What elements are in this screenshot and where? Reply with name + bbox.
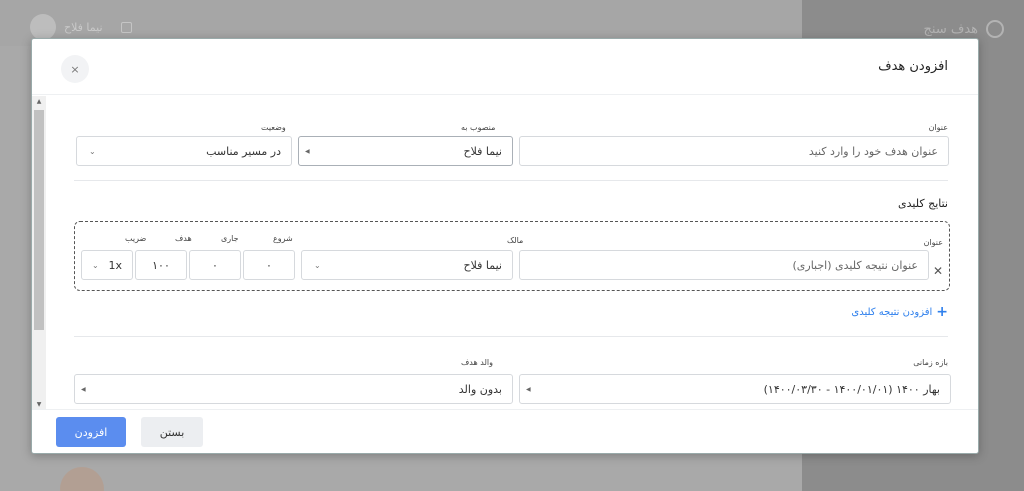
expand-icon	[120, 21, 132, 33]
kr-owner-select[interactable]: نیما فلاح ⌄	[301, 250, 513, 280]
period-select[interactable]: بهار ۱۴۰۰ (۱۴۰۰/۰۱/۰۱ - ۱۴۰۰/۰۳/۳۰) ◀	[519, 374, 951, 404]
kr-owner-label: مالک	[507, 236, 524, 245]
add-key-result-label: افزودن نتیجه کلیدی	[851, 306, 933, 318]
kr-target-input[interactable]: ۱۰۰	[135, 250, 187, 280]
kr-current-input[interactable]: ۰	[189, 250, 241, 280]
assigned-label: منصوب به	[461, 123, 496, 132]
kr-owner-value: نیما فلاح	[463, 258, 502, 272]
plus-icon: +	[936, 304, 948, 320]
kr-title-placeholder: عنوان نتیجه کلیدی (اجباری)	[792, 258, 918, 272]
parent-select[interactable]: بدون والد ◀	[74, 374, 513, 404]
assigned-select[interactable]: نیما فلاح ◀	[298, 136, 513, 166]
divider	[74, 336, 948, 337]
modal-title: افزودن هدف	[878, 59, 948, 74]
caret-icon: ◀	[81, 385, 86, 393]
kr-factor-select[interactable]: 1x ⌄	[81, 250, 133, 280]
add-key-result-link[interactable]: + افزودن نتیجه کلیدی	[851, 304, 948, 320]
kr-title-input[interactable]: عنوان نتیجه کلیدی (اجباری)	[519, 250, 929, 280]
scroll-up-icon[interactable]: ▲	[35, 98, 43, 105]
kr-title-label: عنوان	[923, 238, 943, 247]
kr-factor-value: 1x	[108, 258, 122, 272]
key-results-title: نتایج کلیدی	[898, 197, 948, 210]
chevron-down-icon: ⌄	[314, 260, 321, 270]
modal-body: ▲ ▼ عنوان عنوان هدف خود را وارد کنید منص…	[32, 96, 978, 410]
parent-value: بدون والد	[458, 382, 502, 396]
caret-icon: ◀	[305, 147, 310, 155]
goal-title-placeholder: عنوان هدف خود را وارد کنید	[808, 144, 938, 158]
kr-target-label: هدف	[175, 234, 192, 243]
status-select[interactable]: در مسیر مناسب ⌄	[76, 136, 292, 166]
cancel-button[interactable]: بستن	[141, 417, 203, 447]
status-label: وضعیت	[261, 123, 286, 132]
assigned-value: نیما فلاح	[463, 144, 502, 158]
period-label: بازه زمانی	[913, 358, 948, 367]
remove-kr-icon[interactable]: ✕	[933, 264, 943, 278]
chevron-down-icon: ⌄	[89, 146, 96, 156]
background-brand: هدف سنج	[923, 20, 1004, 38]
title-label: عنوان	[928, 123, 948, 132]
background-avatar	[60, 467, 104, 491]
period-value: بهار ۱۴۰۰ (۱۴۰۰/۰۱/۰۱ - ۱۴۰۰/۰۳/۳۰)	[763, 382, 940, 396]
scroll-down-icon[interactable]: ▼	[35, 401, 43, 408]
avatar	[30, 14, 56, 40]
goal-title-input[interactable]: عنوان هدف خود را وارد کنید	[519, 136, 949, 166]
scroll-thumb[interactable]	[34, 110, 44, 330]
scrollbar[interactable]: ▲ ▼	[32, 96, 46, 410]
close-icon[interactable]: ×	[61, 55, 89, 83]
modal-header: افزودن هدف ×	[32, 39, 978, 95]
kr-factor-label: ضریب	[125, 234, 147, 243]
kr-start-input[interactable]: ۰	[243, 250, 295, 280]
caret-icon: ◀	[526, 385, 531, 393]
status-value: در مسیر مناسب	[206, 144, 281, 158]
divider	[74, 180, 948, 181]
add-button[interactable]: افزودن	[56, 417, 126, 447]
key-result-row: عنوان مالک شروع جاری هدف ضریب ✕ عنوان نت…	[74, 221, 950, 291]
kr-current-label: جاری	[221, 234, 239, 243]
add-goal-modal: افزودن هدف × ▲ ▼ عنوان عنوان هدف خود را …	[31, 38, 979, 454]
parent-label: والد هدف	[461, 358, 493, 367]
brand-icon	[986, 20, 1004, 38]
kr-start-value: ۰	[266, 258, 272, 272]
kr-current-value: ۰	[212, 258, 218, 272]
modal-footer: افزودن بستن	[32, 409, 978, 453]
chevron-down-icon: ⌄	[92, 260, 99, 270]
background-user-name: نیما فلاح	[64, 20, 103, 34]
kr-start-label: شروع	[273, 234, 293, 243]
brand-label: هدف سنج	[923, 21, 979, 37]
background-user: نیما فلاح	[30, 14, 132, 40]
kr-target-value: ۱۰۰	[152, 258, 170, 272]
